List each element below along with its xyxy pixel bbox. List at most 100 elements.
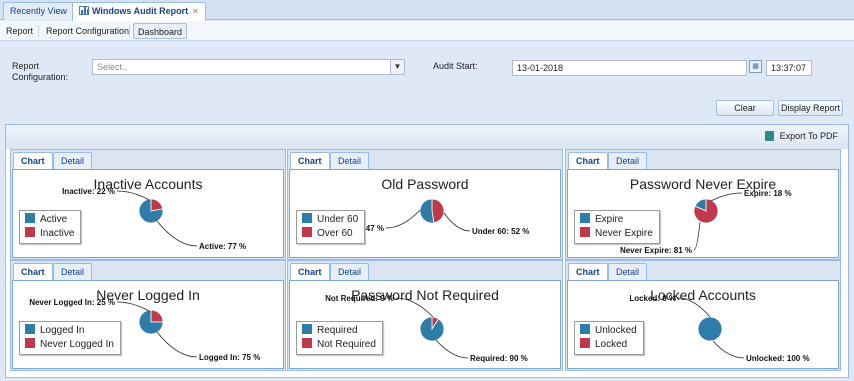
- data-label-leader-line: [677, 297, 711, 318]
- legend-item[interactable]: Active: [25, 213, 74, 227]
- bar-chart-icon: [79, 6, 89, 15]
- legend-item[interactable]: Locked: [580, 338, 637, 352]
- legend-label: Not Required: [317, 339, 376, 350]
- pie-slice-primary[interactable]: [697, 316, 723, 342]
- menu-divider: [129, 25, 130, 37]
- legend-swatch: [25, 324, 35, 334]
- legend-item[interactable]: Expire: [580, 213, 653, 227]
- chart-card-tabs: Chart Detail: [288, 261, 562, 281]
- chart-card-old-password: ChartDetailOld PasswordUnder 60: 52 %Ove…: [287, 149, 563, 260]
- data-label-primary: Under 60: 52 %: [472, 227, 529, 236]
- select-placeholder: Select..: [97, 62, 128, 72]
- export-to-pdf-button[interactable]: Export To PDF: [764, 131, 838, 141]
- tab-detail[interactable]: Detail: [53, 152, 93, 169]
- legend-label: Unlocked: [595, 325, 637, 336]
- pie-slice-secondary[interactable]: [150, 309, 164, 323]
- tab-label: Windows Audit Report: [92, 6, 189, 16]
- data-label-secondary: Locked: 0 %: [629, 294, 676, 303]
- audit-start-time-field[interactable]: 13:37:07: [766, 60, 812, 76]
- calendar-icon[interactable]: ▦: [749, 60, 762, 73]
- chart-card-password-not-required: Chart Detail Password Not Required Required…: [287, 260, 563, 371]
- chart-body: Inactive Accounts Active: 77 % Inactive: 2…: [12, 169, 284, 258]
- report-configuration-select[interactable]: Select.. ▼: [92, 59, 405, 75]
- report-menu-bar: Report Report Configuration Dashboard: [0, 21, 854, 41]
- chart-legend: Under 60 Over 60: [296, 210, 366, 244]
- tab-chart[interactable]: Chart: [13, 263, 53, 281]
- legend-label: Never Logged In: [40, 339, 114, 350]
- legend-swatch: [580, 227, 590, 237]
- legend-swatch: [302, 213, 312, 223]
- data-label-secondary: Not Required: 9 %: [325, 294, 394, 303]
- chart-card-locked-accounts: Chart Detail Locked Accounts Unlocked: 100 …: [565, 260, 841, 371]
- legend-label: Over 60: [317, 228, 353, 239]
- data-label-primary: Required: 90 %: [470, 354, 528, 363]
- tab-windows-audit-report[interactable]: Windows Audit Report ✕: [72, 2, 206, 21]
- data-label-leader-line: [116, 190, 150, 201]
- display-report-button[interactable]: Display Report: [778, 100, 843, 116]
- legend-item[interactable]: Never Expire: [580, 227, 653, 241]
- tab-detail[interactable]: Detail: [330, 263, 370, 280]
- pie-slice-primary[interactable]: [419, 316, 445, 342]
- legend-item[interactable]: Required: [302, 324, 376, 338]
- chart-body: Old PasswordUnder 60: 52 %Over 60: 47 %U…: [289, 169, 561, 258]
- data-label-primary: Active: 77 %: [199, 242, 246, 251]
- data-label-leader-line: [156, 220, 198, 247]
- chart-card-tabs: Chart Detail: [566, 150, 840, 170]
- menu-divider: [38, 25, 39, 37]
- pdf-export-icon: [764, 131, 774, 141]
- legend-label: Locked: [595, 339, 628, 350]
- tab-chart[interactable]: Chart: [290, 263, 330, 281]
- chart-card-inactive-accounts: Chart Detail Inactive Accounts Active: 77 %…: [10, 149, 286, 260]
- legend-item[interactable]: Logged In: [25, 324, 114, 338]
- app-tab-strip: Recently View Windows Audit Report ✕: [0, 0, 854, 21]
- tab-detail[interactable]: Detail: [608, 152, 648, 169]
- dashboard-panel: Export To PDF Chart Detail Inactive Accoun…: [5, 124, 849, 378]
- tab-detail[interactable]: Detail: [330, 152, 370, 169]
- tab-chart[interactable]: Chart: [568, 263, 608, 281]
- legend-item[interactable]: Never Logged In: [25, 338, 114, 352]
- legend-item[interactable]: Unlocked: [580, 324, 637, 338]
- tab-detail[interactable]: Detail: [53, 263, 93, 280]
- legend-item[interactable]: Not Required: [302, 338, 376, 352]
- chart-card-tabs: Chart Detail: [11, 261, 285, 281]
- legend-swatch: [580, 213, 590, 223]
- pie-slice-primary[interactable]: [419, 198, 435, 224]
- legend-item[interactable]: Inactive: [25, 227, 74, 241]
- legend-label: Active: [40, 214, 68, 225]
- menu-report-configuration[interactable]: Report Configuration: [42, 23, 133, 39]
- chart-legend: Required Not Required: [296, 321, 383, 355]
- chart-body: Locked Accounts Unlocked: 100 % Locked: 0 …: [567, 280, 839, 369]
- legend-swatch: [25, 213, 35, 223]
- tab-chart[interactable]: Chart: [13, 152, 53, 170]
- tab-chart[interactable]: Chart: [568, 152, 608, 170]
- tab-chart[interactable]: Chart: [290, 152, 330, 170]
- legend-label: Logged In: [40, 325, 85, 336]
- chart-card-tabs: Chart Detail: [288, 150, 562, 170]
- legend-swatch: [25, 338, 35, 348]
- audit-date-value: 13-01-2018: [517, 63, 564, 73]
- data-label-leader-line: [710, 192, 743, 202]
- data-label-leader-line: [712, 340, 745, 359]
- legend-label: Expire: [595, 214, 624, 225]
- tab-recently-view[interactable]: Recently View: [3, 2, 74, 20]
- clear-button[interactable]: Clear: [716, 100, 774, 116]
- legend-label: Never Expire: [595, 228, 653, 239]
- legend-item[interactable]: Over 60: [302, 227, 358, 241]
- data-label-leader-line: [385, 209, 421, 229]
- data-label-leader-line: [693, 221, 701, 251]
- legend-swatch: [580, 324, 590, 334]
- menu-report[interactable]: Report: [2, 23, 37, 39]
- tab-detail[interactable]: Detail: [608, 263, 648, 280]
- audit-start-date-field[interactable]: 13-01-2018: [512, 60, 747, 76]
- chart-card-never-logged-in: Chart Detail Never Logged In Logged In: 75 …: [10, 260, 286, 371]
- chevron-down-icon[interactable]: ▼: [390, 60, 404, 74]
- close-icon[interactable]: ✕: [192, 7, 199, 16]
- audit-start-label: Audit Start:: [433, 61, 478, 71]
- export-label: Export To PDF: [779, 131, 838, 141]
- pie-slice-secondary[interactable]: [431, 198, 445, 224]
- data-label-leader-line: [443, 212, 471, 232]
- data-label-secondary: Never Logged In: 25 %: [29, 298, 115, 307]
- menu-dashboard[interactable]: Dashboard: [133, 23, 188, 39]
- legend-item[interactable]: Under 60: [302, 213, 358, 227]
- legend-swatch: [302, 324, 312, 334]
